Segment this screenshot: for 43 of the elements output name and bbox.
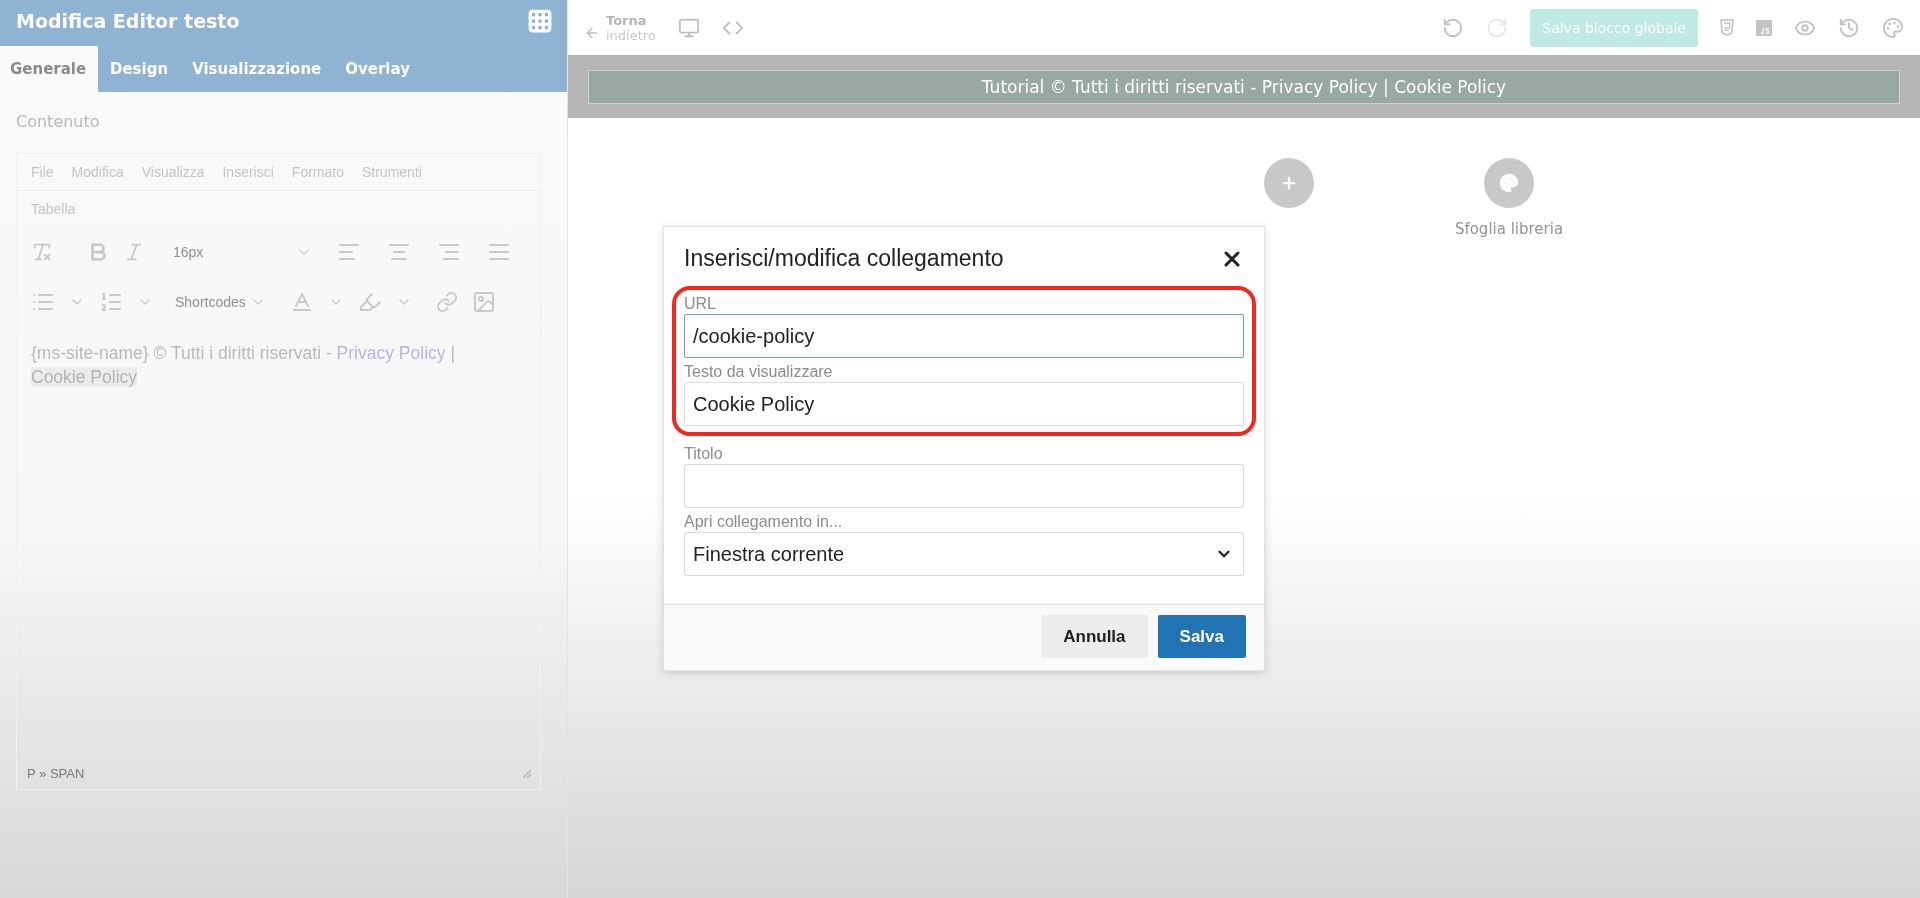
panel-title: Modifica Editor testo: [16, 10, 240, 32]
monitor-icon[interactable]: [677, 16, 700, 39]
action-label: Sfoglia libreria: [1454, 220, 1564, 238]
save-button[interactable]: Salva: [1157, 615, 1246, 658]
text-field[interactable]: /cookie-policy: [684, 314, 1244, 358]
field-label: URL: [684, 294, 717, 314]
highlighter-icon[interactable]: [357, 290, 382, 314]
text-field[interactable]: Cookie Policy: [684, 382, 1244, 426]
text-field[interactable]: [684, 464, 1244, 508]
plus-icon: [1280, 174, 1298, 192]
text-link[interactable]: Privacy Policy: [336, 343, 446, 363]
clear-format-icon[interactable]: [31, 241, 53, 263]
section-label: Contenuto: [16, 112, 101, 131]
shortcodes-dropdown[interactable]: Shortcodes: [175, 294, 266, 310]
field-label: Titolo: [684, 444, 724, 464]
add-element-button[interactable]: [1264, 158, 1314, 208]
palette-icon[interactable]: [1882, 16, 1904, 39]
tab[interactable]: Visualizzazione: [180, 46, 334, 92]
image-icon[interactable]: [471, 290, 496, 314]
resize-handle-icon[interactable]: [522, 768, 532, 779]
tab[interactable]: Overlay: [333, 46, 422, 92]
link-icon[interactable]: [435, 291, 458, 313]
save-global-block-button[interactable]: Salva blocco globale: [1530, 8, 1698, 47]
cancel-button[interactable]: Annulla: [1041, 615, 1148, 658]
dialog-title: Inserisci/modifica collegamento: [684, 245, 1004, 272]
element-path: P » SPAN: [27, 766, 85, 781]
numbered-list-icon[interactable]: [99, 290, 123, 314]
undo-icon[interactable]: [1442, 16, 1465, 39]
dropdown-field[interactable]: Finestra corrente: [684, 532, 1244, 576]
html5-icon[interactable]: [1720, 19, 1734, 36]
editor-text: {ms-site-name} © Tutti i diritti riservati - Privacy Policy | Cookie Policy: [31, 342, 456, 389]
field-label: Apri collegamento in...: [684, 512, 844, 532]
footer-preview-text[interactable]: Tutorial © Tutti i diritti riservati - Privacy Policy | Cookie Policy: [588, 69, 1900, 104]
selected-text-link[interactable]: Cookie Policy: [31, 367, 138, 387]
js-file-icon[interactable]: [1756, 19, 1772, 36]
browse-library-button[interactable]: [1484, 158, 1534, 208]
palette-icon: [1499, 173, 1519, 193]
tab[interactable]: Design: [98, 46, 181, 92]
tab[interactable]: Generale: [0, 46, 98, 92]
font-size-dropdown[interactable]: 16px: [173, 243, 313, 261]
history-icon[interactable]: [1838, 16, 1860, 39]
grid-icon[interactable]: [527, 8, 553, 34]
field-label: Testo da visualizzare: [684, 362, 834, 382]
